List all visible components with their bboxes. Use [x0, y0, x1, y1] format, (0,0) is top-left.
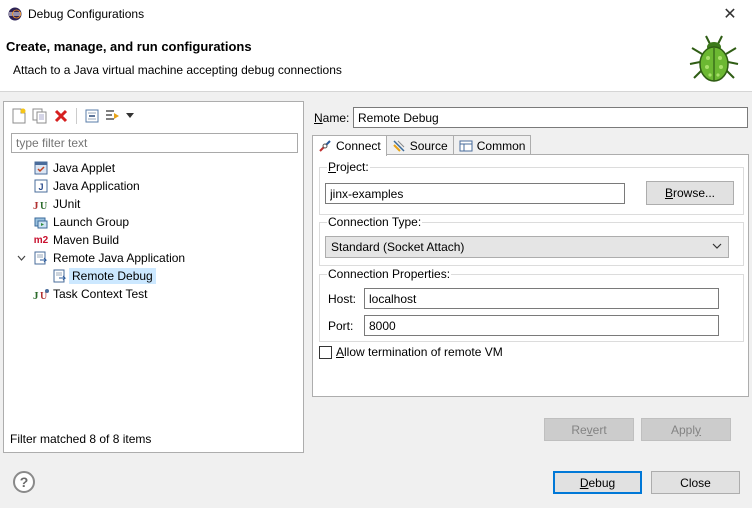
- banner-description: Attach to a Java virtual machine accepti…: [13, 63, 342, 77]
- tree-item-label: Java Application: [53, 179, 140, 193]
- tab-common[interactable]: Common: [452, 135, 532, 155]
- launch-group-icon: [33, 214, 49, 230]
- connection-properties-group: Connection Properties: Host: Port:: [319, 267, 744, 342]
- tree-item-maven-build[interactable]: m2 Maven Build: [33, 231, 119, 249]
- tree-item-label: Maven Build: [53, 233, 120, 247]
- tree-item-java-application[interactable]: J Java Application: [33, 177, 140, 195]
- project-group: Project: Browse...: [319, 160, 744, 215]
- close-window-icon[interactable]: ✕: [716, 3, 744, 25]
- revert-button[interactable]: Re v ert: [544, 418, 634, 441]
- expand-collapse-icon[interactable]: [15, 249, 27, 267]
- collapse-all-icon[interactable]: [83, 107, 101, 125]
- chevron-down-icon: [712, 240, 722, 254]
- close-button[interactable]: Close: [651, 471, 740, 494]
- title-bar: Debug Configurations ✕: [0, 0, 752, 28]
- tree-item-task-context-test[interactable]: JU Task Context Test: [33, 285, 148, 303]
- remote-debug-icon: [52, 268, 68, 284]
- source-icon: [392, 139, 406, 153]
- maven-icon: m2: [33, 234, 49, 246]
- help-icon[interactable]: ?: [13, 471, 35, 493]
- common-icon: [459, 139, 473, 153]
- task-context-test-icon: JU: [33, 286, 49, 302]
- header-banner: Create, manage, and run configurations A…: [0, 28, 752, 92]
- connect-icon: [318, 139, 332, 153]
- project-field[interactable]: [325, 183, 625, 204]
- configuration-tree-panel: Java Applet J Java Application JU JUnit …: [3, 101, 304, 453]
- tree-item-label: Launch Group: [53, 215, 130, 229]
- tree-item-label: Remote Debug: [69, 268, 156, 284]
- filter-input[interactable]: [11, 133, 298, 153]
- tab-connect[interactable]: Connect: [312, 135, 387, 156]
- tree-item-remote-java-application[interactable]: Remote Java Application: [33, 249, 185, 267]
- host-field[interactable]: [364, 288, 719, 309]
- project-group-title: Project:: [327, 160, 370, 174]
- tab-label: Common: [476, 138, 526, 153]
- remote-java-icon: [33, 250, 49, 266]
- connection-type-select[interactable]: Standard (Socket Attach): [325, 236, 729, 258]
- filter-icon[interactable]: [104, 107, 122, 125]
- connection-type-title: Connection Type:: [327, 215, 423, 229]
- configuration-editor-panel: Name: Connect Source Common Project: Bro: [312, 101, 749, 453]
- tree-item-remote-debug[interactable]: Remote Debug: [52, 267, 156, 285]
- allow-termination-checkbox[interactable]: [319, 346, 332, 359]
- svg-text:J: J: [33, 200, 39, 211]
- tree-item-java-applet[interactable]: Java Applet: [33, 159, 115, 177]
- debug-button[interactable]: Debug: [553, 471, 642, 494]
- connection-type-group: Connection Type: Standard (Socket Attach…: [319, 215, 744, 266]
- connect-tab-content: Project: Browse... Connection Type: Stan…: [312, 154, 749, 397]
- tree-item-label: Java Applet: [53, 161, 116, 175]
- allow-termination-label: Allow termination of remote VM: [336, 345, 503, 359]
- svg-text:J: J: [39, 182, 44, 192]
- tab-label: Connect: [336, 139, 381, 153]
- tree-item-launch-group[interactable]: Launch Group: [33, 213, 129, 231]
- tree-toolbar: [10, 106, 135, 126]
- java-application-icon: J: [33, 178, 49, 194]
- tree-item-label: Remote Java Application: [53, 251, 186, 265]
- new-configuration-icon[interactable]: [10, 107, 28, 125]
- apply-button[interactable]: Appl y: [641, 418, 731, 441]
- bug-icon: [686, 32, 742, 88]
- host-label: Host:: [328, 292, 357, 306]
- junit-icon: JU: [33, 196, 49, 212]
- svg-text:U: U: [40, 201, 47, 211]
- port-field[interactable]: [364, 315, 719, 336]
- editor-tabs: Connect Source Common: [312, 135, 532, 156]
- name-field[interactable]: [353, 107, 748, 128]
- java-applet-icon: [33, 160, 49, 176]
- connection-type-value: Standard (Socket Attach): [331, 240, 465, 254]
- toolbar-separator: [76, 108, 77, 124]
- name-label: Name:: [314, 111, 350, 125]
- dropdown-arrow-icon[interactable]: [125, 107, 135, 125]
- connection-properties-title: Connection Properties:: [327, 267, 452, 281]
- duplicate-icon[interactable]: [31, 107, 49, 125]
- tree-item-label: JUnit: [53, 197, 81, 211]
- eclipse-icon: [8, 7, 22, 21]
- delete-icon[interactable]: [52, 107, 70, 125]
- window-title: Debug Configurations: [28, 7, 145, 21]
- tree-item-label: Task Context Test: [53, 287, 148, 301]
- filter-status: Filter matched 8 of 8 items: [10, 432, 152, 446]
- port-label: Port:: [328, 319, 354, 333]
- tab-label: Source: [409, 138, 448, 153]
- tree-item-junit[interactable]: JU JUnit: [33, 195, 80, 213]
- svg-text:J: J: [33, 290, 39, 301]
- banner-title: Create, manage, and run configurations: [6, 39, 252, 54]
- browse-button[interactable]: Browse...: [646, 181, 734, 205]
- tab-source[interactable]: Source: [385, 135, 454, 155]
